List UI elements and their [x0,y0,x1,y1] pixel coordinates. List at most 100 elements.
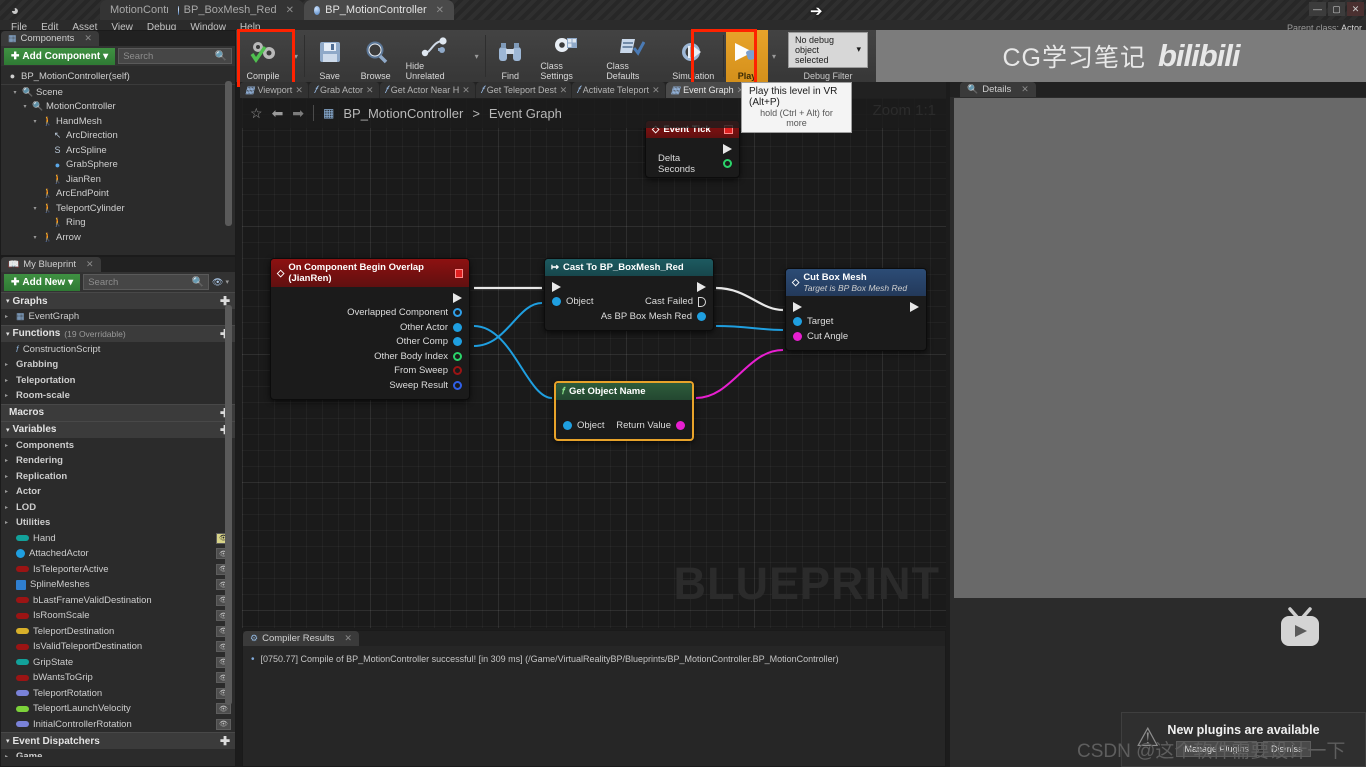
myblueprint-item[interactable]: ▸ Room-scale [1,388,235,404]
component-tree-row[interactable]: 🚶 Ring [1,216,235,231]
exec-out-pin[interactable] [910,302,919,313]
graph-tab-viewport[interactable]: ▦ Viewport ✕ [240,82,309,98]
star-icon[interactable]: ☆ [250,105,263,122]
graph-node-cut-box-mesh[interactable]: ◇ Cut Box Mesh Target is BP Box Mesh Red Ta… [785,268,927,351]
myblueprint-section-header[interactable]: Macros✚ [1,403,235,421]
output-pin[interactable] [453,380,462,390]
close-button[interactable]: ✕ [1347,2,1364,16]
myblueprint-section-header[interactable]: ▾ Event Dispatchers ✚ [1,732,235,749]
expand-arrow-icon[interactable]: ▸ [5,313,12,320]
graph-tab-get-actor-near-h[interactable]: 𝑓 Get Actor Near H ✕ [379,82,476,98]
hide-unrelated-caret-icon[interactable]: ▾ [471,52,483,61]
graph-tab-grab-actor[interactable]: 𝑓 Grab Actor ✕ [308,82,380,98]
close-icon[interactable]: ✕ [295,85,303,96]
myblueprint-item[interactable]: ▸ Utilities [1,515,235,531]
component-tree-row[interactable]: ▾ 🚶 TeleportCylinder [1,201,235,216]
breadcrumb-root[interactable]: BP_MotionController [343,106,463,121]
expand-arrow-icon[interactable]: ▾ [31,234,39,241]
add-new-button[interactable]: ✚ Add New ▾ [4,273,81,291]
expand-arrow-icon[interactable]: ▾ [6,426,10,434]
expand-arrow-icon[interactable]: ▸ [5,473,12,480]
exec-in-pin[interactable] [552,282,561,293]
expand-arrow-icon[interactable]: ▸ [5,377,12,384]
play-caret-icon[interactable]: ▾ [768,52,780,61]
event-graph-canvas[interactable]: Zoom 1:1 BLUEPRINT ◇Event TickDelta Seco… [242,98,946,628]
myblueprint-item[interactable]: TeleportRotation 👁 [1,686,235,702]
component-tree-row[interactable]: ▾ 🚶 HandMesh [1,114,235,129]
variable-visibility-eye-icon[interactable]: 👁 [216,718,231,730]
eye-icon[interactable]: 👁 ▾ [212,277,232,288]
expand-arrow-icon[interactable]: ▾ [31,205,39,212]
myblueprint-item[interactable]: GripState 👁 [1,655,235,671]
output-pin[interactable] [723,159,732,169]
expand-arrow-icon[interactable]: ▸ [5,504,12,511]
close-icon[interactable]: ✕ [560,85,568,96]
expand-arrow-icon[interactable]: ▸ [5,392,12,399]
minimize-button[interactable]: — [1309,2,1326,16]
tab-compiler-results[interactable]: ⚙ Compiler Results ✕ [243,631,359,646]
myblueprint-item[interactable]: ▸ Game [1,749,235,757]
myblueprint-item[interactable]: ▸ Teleportation [1,373,235,389]
input-pin[interactable] [793,331,802,341]
myblueprint-item[interactable]: TeleportDestination 👁 [1,624,235,640]
tab-components[interactable]: ▦ Components ✕ [1,31,99,46]
expand-arrow-icon[interactable]: ▸ [5,519,12,526]
close-icon[interactable]: ✕ [1021,84,1029,95]
myblueprint-search-input[interactable]: Search 🔍 [83,274,209,290]
input-pin[interactable] [563,421,572,431]
myblueprint-item[interactable]: ▸ LOD [1,500,235,516]
myblueprint-item[interactable]: SplineMeshes 👁 [1,577,235,593]
myblueprint-item[interactable]: ▸ ▦ EventGraph [1,309,235,325]
output-pin[interactable] [697,311,706,321]
compile-caret-icon[interactable]: ▾ [290,52,302,61]
graph-node-cast-to-bp-boxmesh-red[interactable]: ↦ Cast To BP_BoxMesh_Red Object Cast Failed… [544,258,714,331]
close-icon[interactable]: ✕ [436,5,444,16]
myblueprint-item[interactable]: ▸ Actor [1,484,235,500]
forward-arrow-icon[interactable]: ➡ [292,105,304,122]
output-pin[interactable] [676,421,685,431]
exec-out-pin[interactable] [698,296,706,307]
expand-arrow-icon[interactable]: ▸ [5,442,12,449]
expand-arrow-icon[interactable]: ▾ [6,297,10,305]
close-icon[interactable]: ✕ [366,85,374,96]
myblueprint-item[interactable]: ▸ Grabbing [1,357,235,373]
hide-unrelated-button[interactable]: Hide Unrelated [399,30,471,82]
myblueprint-scrollbar[interactable] [225,305,232,705]
section-add-button[interactable]: ✚ [220,734,230,748]
save-button[interactable]: Save [307,30,353,82]
exec-out-pin[interactable] [697,282,706,293]
component-tree-row[interactable]: ▾ 🔍 MotionController [1,100,235,115]
close-icon[interactable]: ✕ [86,259,94,270]
debug-object-select[interactable]: No debug object selected ▾ [787,31,869,68]
expand-arrow-icon[interactable]: ▾ [31,118,39,125]
myblueprint-item[interactable]: ▸ Replication [1,469,235,485]
component-tree-row[interactable]: ● GrabSphere [1,158,235,173]
play-button[interactable]: Play [725,30,768,82]
myblueprint-item[interactable]: Hand 👁 [1,531,235,547]
exec-in-pin[interactable] [793,302,802,313]
myblueprint-item[interactable]: AttachedActor 👁 [1,546,235,562]
component-tree-row[interactable]: 🚶 JianRen [1,172,235,187]
expand-arrow-icon[interactable]: ▾ [6,737,10,745]
browse-button[interactable]: Browse [353,30,399,82]
myblueprint-item[interactable]: InitialControllerRotation 👁 [1,717,235,733]
exec-out-pin[interactable] [723,144,732,155]
expand-arrow-icon[interactable]: ▸ [5,361,12,368]
myblueprint-section-header[interactable]: ▾Variables✚ [1,420,235,438]
maximize-button[interactable]: ▢ [1328,2,1345,16]
window-tab-bp-boxmesh-red[interactable]: BP_BoxMesh_Red ✕ [168,0,304,20]
tab-details[interactable]: 🔍 Details ✕ [960,82,1036,97]
myblueprint-item[interactable]: IsValidTeleportDestination 👁 [1,639,235,655]
graph-node-on-component-begin-overlap[interactable]: ◇ On Component Begin Overlap (JianRen) Ove… [270,258,470,400]
close-icon[interactable]: ✕ [652,85,660,96]
myblueprint-item[interactable]: IsTeleporterActive 👁 [1,562,235,578]
graph-tab-event-graph[interactable]: ▦Event Graph✕ [665,82,751,98]
output-pin[interactable] [453,366,462,376]
myblueprint-section-header[interactable]: ▾ Graphs ✚ [1,292,235,309]
expand-arrow-icon[interactable]: ▾ [6,330,10,338]
simulation-button[interactable]: Simulation [665,30,721,82]
class-defaults-button[interactable]: Class Defaults [599,30,665,82]
compile-button[interactable]: Compile [236,30,290,82]
close-icon[interactable]: ✕ [84,33,92,44]
expand-arrow-icon[interactable]: ▸ [5,457,12,464]
